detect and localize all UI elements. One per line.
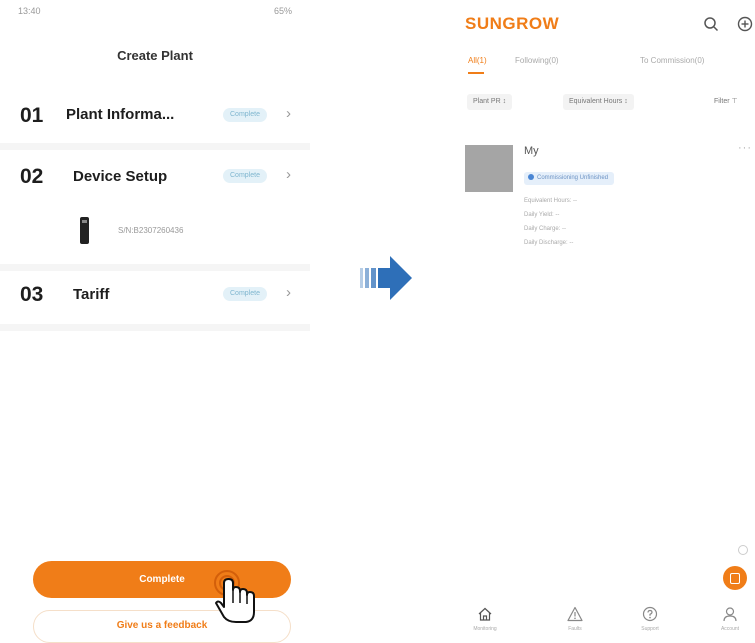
nav-label: Account: [720, 626, 740, 632]
plant-tabs: All(1) Following(0) To Commission(0): [455, 56, 755, 70]
divider: [0, 143, 310, 150]
active-tab-indicator: [468, 72, 484, 74]
divider: [0, 324, 310, 331]
step-title: Tariff: [73, 286, 110, 303]
device-serial-number: S/N:B2307260436: [118, 226, 184, 235]
nav-faults[interactable]: Faults: [550, 606, 600, 632]
tab-all[interactable]: All(1): [468, 56, 487, 65]
info-dot-icon: [528, 174, 534, 180]
step-plant-information[interactable]: 01 Plant Informa... Complete ›: [0, 98, 310, 138]
step-number: 02: [20, 165, 44, 188]
filter-button[interactable]: Filter ⊤: [714, 94, 738, 110]
step-number: 01: [20, 104, 44, 127]
user-icon: [723, 607, 737, 622]
add-plant-icon[interactable]: [737, 16, 753, 32]
tab-following[interactable]: Following(0): [515, 56, 559, 65]
filter-label: Filter: [714, 98, 730, 105]
tap-hand-icon: [214, 570, 255, 623]
nav-label: Faults: [568, 626, 582, 632]
commissioning-status-badge: Commissioning Unfinished: [524, 172, 615, 185]
nav-monitoring[interactable]: Monitoring: [460, 606, 510, 632]
divider: [0, 264, 310, 271]
warning-icon: [567, 606, 583, 622]
assistant-fab-button[interactable]: [723, 566, 747, 590]
chevron-right-icon: ›: [286, 105, 291, 122]
status-battery: 65%: [273, 6, 292, 16]
status-text: Commissioning Unfinished: [537, 175, 609, 181]
step-number: 03: [20, 283, 44, 306]
plant-name[interactable]: My: [524, 145, 539, 157]
metric-daily-discharge: Daily Discharge: --: [524, 240, 574, 246]
status-bar: 13:40 65%: [18, 6, 292, 20]
chevron-right-icon: ›: [286, 166, 291, 183]
metric-equivalent-hours: Equivalent Hours: --: [524, 198, 578, 204]
create-plant-screen: 13:40 65% Create Plant 01 Plant Informa.…: [0, 0, 310, 643]
step-title: Device Setup: [73, 168, 168, 185]
nav-label: Support: [641, 626, 659, 632]
plant-thumbnail[interactable]: [465, 145, 513, 192]
status-badge: Complete: [223, 287, 267, 301]
sort-plant-pr-chip[interactable]: Plant PR ↕: [467, 94, 513, 110]
metric-daily-charge: Daily Charge: --: [524, 226, 567, 232]
search-icon[interactable]: [703, 16, 719, 32]
inverter-device-icon: [80, 217, 89, 244]
nav-label: Monitoring: [473, 626, 497, 632]
chevron-right-icon: ›: [286, 284, 291, 301]
support-icon: [642, 606, 658, 622]
settings-fab-icon[interactable]: [738, 545, 748, 555]
tab-to-commission[interactable]: To Commission(0): [640, 56, 704, 65]
page-title: Create Plant: [117, 48, 193, 63]
step-tariff[interactable]: 03 Tariff Complete ›: [0, 281, 310, 313]
sungrow-logo: SUNGROW: [465, 14, 560, 33]
metric-daily-yield: Daily Yield: --: [524, 212, 560, 218]
home-icon: [478, 607, 492, 621]
status-badge: Complete: [223, 108, 267, 122]
step-title: Plant Informa...: [66, 106, 175, 123]
status-badge: Complete: [223, 169, 267, 183]
bottom-navigation: Monitoring Faults Support Account: [455, 606, 755, 643]
sort-equivalent-hours-chip[interactable]: Equivalent Hours ↕: [563, 94, 634, 110]
more-options-icon[interactable]: ···: [738, 142, 752, 154]
status-time: 13:40: [18, 6, 41, 16]
flow-arrow-icon: [360, 256, 412, 300]
nav-account[interactable]: Account: [705, 606, 755, 632]
plant-list-screen: SUNGROW All(1) Following(0) To Commissio…: [455, 0, 755, 643]
nav-support[interactable]: Support: [625, 606, 675, 632]
step-device-setup[interactable]: 02 Device Setup Complete ›: [0, 163, 310, 195]
filter-icon: ⊤: [731, 98, 738, 105]
filter-bar: Plant PR ↕ Equivalent Hours ↕ Filter ⊤: [455, 94, 755, 110]
